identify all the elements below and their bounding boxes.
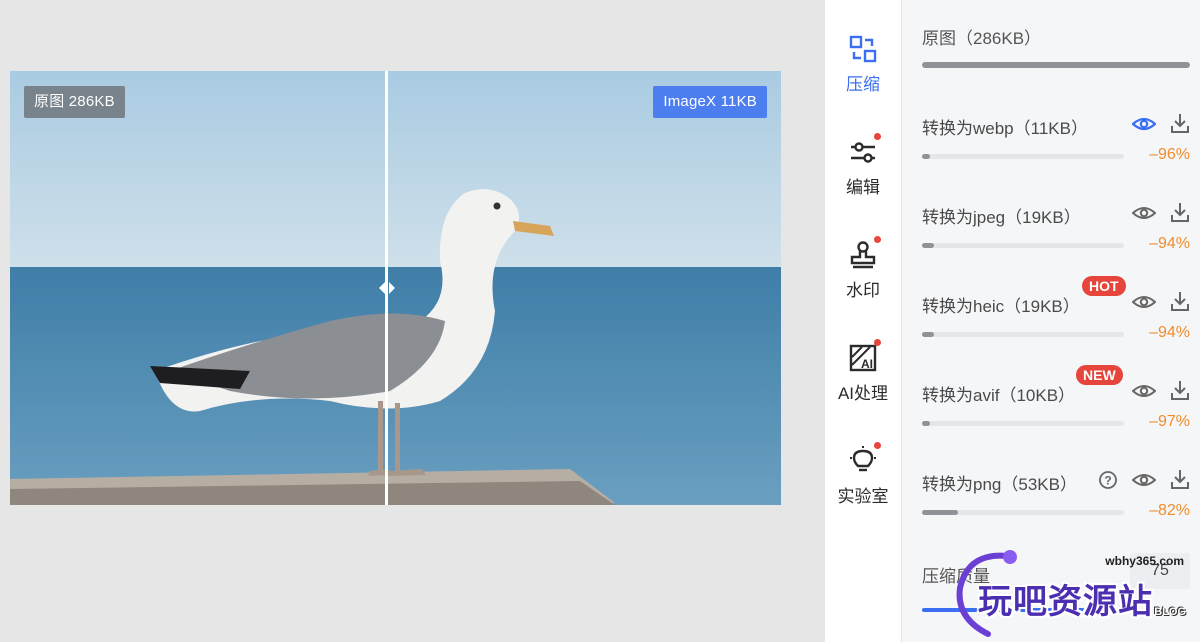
conversion-row-png: 转换为png（53KB） ? –82% (922, 470, 1200, 540)
reduction-percent: –94% (1149, 235, 1190, 252)
original-size-tag: 原图 286KB (24, 86, 125, 118)
nav-label: 编辑 (846, 178, 880, 197)
preview-eye-icon[interactable] (1132, 114, 1156, 134)
conversion-row-heic: 转换为heic（19KB） HOT –94% (922, 276, 1200, 362)
watermark-url: wbhy365.com (1105, 554, 1184, 568)
notification-dot (874, 236, 881, 243)
size-progress-fill (922, 243, 935, 248)
svg-text:?: ? (1104, 474, 1111, 488)
preview-eye-icon[interactable] (1132, 203, 1156, 223)
nav-label: 实验室 (837, 487, 889, 506)
size-progress-track (922, 510, 1124, 515)
new-badge: NEW (1076, 365, 1123, 385)
size-progress-fill (922, 154, 931, 159)
preview-eye-icon[interactable] (1132, 470, 1156, 490)
nav-label: 压缩 (846, 75, 880, 94)
sliders-icon (848, 133, 881, 167)
ai-icon: AI (848, 339, 881, 373)
reduction-percent: –96% (1149, 146, 1190, 163)
tool-sidebar: 压缩 编辑 水印 AI AI处理 实验室 (825, 0, 901, 642)
conversion-title: 转换为heic（19KB） (922, 297, 1080, 316)
conversion-row-jpeg: 转换为jpeg（19KB） –94% (922, 203, 1200, 273)
preview-eye-icon[interactable] (1132, 292, 1156, 312)
reduction-percent: –82% (1149, 502, 1190, 519)
nav-item-compress[interactable]: 压缩 (825, 34, 901, 95)
watermark-title: 玩吧资源站 (978, 582, 1153, 622)
size-progress-fill (922, 421, 931, 426)
site-watermark: wbhy365.com 玩吧资源站 BLOG (948, 548, 1200, 642)
reduction-percent: –94% (1149, 324, 1190, 341)
conversion-row-webp: 转换为webp（11KB） –96% (922, 114, 1200, 184)
size-progress-track (922, 421, 1124, 426)
drag-handle-icon[interactable] (376, 279, 398, 297)
download-icon[interactable] (1170, 379, 1190, 401)
bulb-icon (848, 442, 881, 476)
reduction-percent: –97% (1149, 413, 1190, 430)
nav-label: AI处理 (837, 384, 889, 403)
download-icon[interactable] (1170, 290, 1190, 312)
size-progress-track (922, 332, 1124, 337)
conversion-row-avif: 转换为avif（10KB） NEW –97% (922, 365, 1200, 451)
nav-item-edit[interactable]: 编辑 (825, 133, 901, 198)
nav-item-ai[interactable]: AI AI处理 (825, 339, 901, 404)
original-size-label: 原图（286KB） (922, 29, 1042, 48)
image-compare-viewer[interactable]: 原图 286KB ImageX 11KB (10, 71, 781, 505)
compress-icon (848, 34, 878, 64)
nav-item-lab[interactable]: 实验室 (825, 442, 901, 507)
preview-eye-icon[interactable] (1132, 381, 1156, 401)
download-icon[interactable] (1170, 201, 1190, 223)
original-size-bar (922, 62, 1190, 68)
size-progress-track (922, 243, 1124, 248)
conversion-title: 转换为png（53KB） (922, 475, 1077, 494)
notification-dot (874, 133, 881, 140)
hot-badge: HOT (1082, 276, 1126, 296)
notification-dot (874, 339, 881, 346)
notification-dot (874, 442, 881, 449)
size-progress-fill (922, 510, 959, 515)
download-icon[interactable] (1170, 112, 1190, 134)
conversion-title: 转换为avif（10KB） (922, 386, 1076, 405)
svg-text:AI: AI (861, 357, 873, 371)
size-progress-fill (922, 332, 935, 337)
nav-item-watermark[interactable]: 水印 (825, 236, 901, 301)
size-progress-track (922, 154, 1124, 159)
compression-panel: 原图（286KB） 转换为webp（11KB） –96% 转换为jpeg（19K… (902, 0, 1200, 642)
stamp-icon (848, 236, 881, 270)
watermark-blog: BLOG (1154, 606, 1186, 618)
nav-label: 水印 (846, 281, 880, 300)
conversion-title: 转换为webp（11KB） (922, 119, 1088, 138)
conversion-title: 转换为jpeg（19KB） (922, 208, 1081, 227)
imagex-size-tag: ImageX 11KB (653, 86, 767, 118)
help-icon[interactable]: ? (1098, 470, 1118, 490)
download-icon[interactable] (1170, 468, 1190, 490)
